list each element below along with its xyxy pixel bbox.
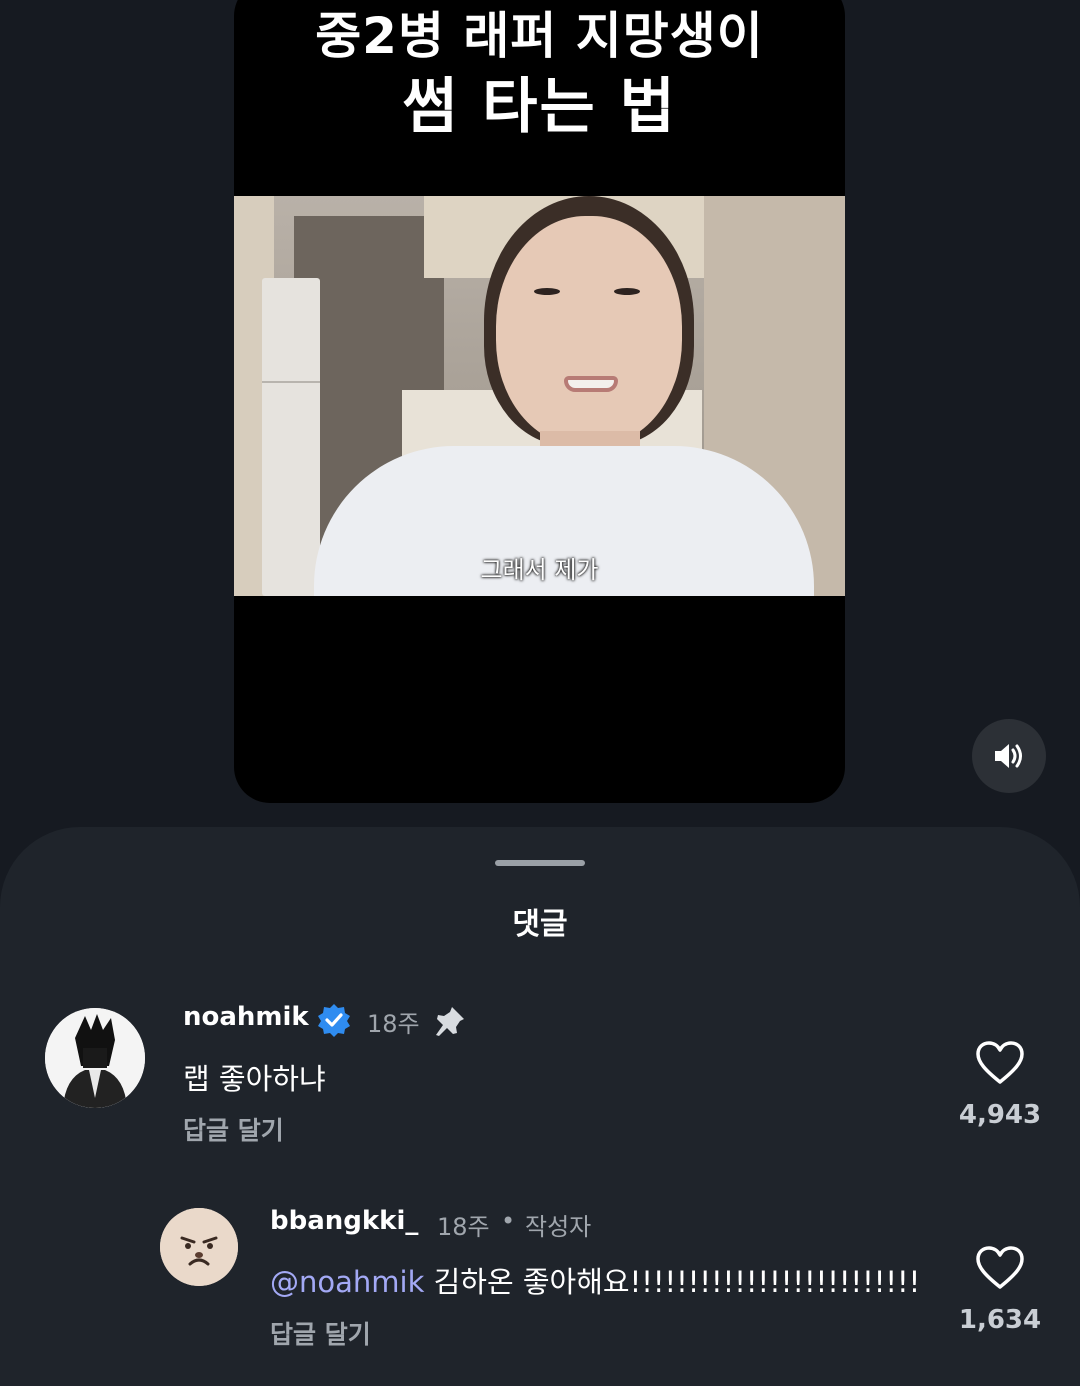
sheet-drag-handle[interactable] xyxy=(495,860,585,866)
avatar[interactable] xyxy=(160,1208,238,1286)
video-player[interactable]: 중2병 래퍼 지망생이 썸 타는 법 그래서 제가 xyxy=(234,0,845,803)
reply-button[interactable]: 답글 달기 xyxy=(183,1111,284,1147)
video-frame: 그래서 제가 xyxy=(234,196,845,596)
video-title-line-1: 중2병 래퍼 지망생이 xyxy=(315,7,764,65)
comment-text: @noahmik 김하온 좋아해요!!!!!!!!!!!!!!!!!!!!!!!… xyxy=(270,1259,920,1301)
heart-icon[interactable] xyxy=(975,1245,1025,1291)
comment-time: 18주 xyxy=(437,1213,490,1241)
avatar-image xyxy=(160,1208,238,1286)
comments-title: 댓글 xyxy=(512,907,568,942)
meta-separator: • xyxy=(501,1207,516,1235)
page: 중2병 래퍼 지망생이 썸 타는 법 그래서 제가 댓글 noahmik 18주… xyxy=(0,0,1080,1386)
video-title-line-2: 썸 타는 법 xyxy=(402,72,677,142)
reply-button[interactable]: 답글 달기 xyxy=(270,1315,371,1351)
like-count: 4,943 xyxy=(958,1100,1042,1130)
comments-sheet: 댓글 noahmik 18주 랩 좋아하냐 답글 달기 4,943 bbangk… xyxy=(0,827,1080,1386)
like-group: 4,943 xyxy=(950,1040,1050,1130)
speaker-icon xyxy=(995,744,1022,768)
comment-username[interactable]: noahmik xyxy=(183,1002,309,1032)
avatar-image xyxy=(45,1008,145,1108)
heart-icon[interactable] xyxy=(975,1040,1025,1086)
comment-time: 18주 xyxy=(367,1010,420,1038)
verified-badge-icon xyxy=(318,1004,350,1037)
pin-icon xyxy=(436,1007,464,1036)
mention-link[interactable]: @noahmik xyxy=(270,1265,424,1299)
comment-text: 랩 좋아하냐 xyxy=(183,1062,326,1096)
sound-toggle-button[interactable] xyxy=(972,719,1046,793)
video-title-overlay: 중2병 래퍼 지망생이 썸 타는 법 xyxy=(234,0,845,176)
avatar[interactable] xyxy=(45,1008,145,1108)
video-subtitle: 그래서 제가 xyxy=(480,556,599,584)
like-count: 1,634 xyxy=(958,1305,1042,1335)
comment-body: 김하온 좋아해요!!!!!!!!!!!!!!!!!!!!!!!!! xyxy=(424,1265,921,1299)
comment-username[interactable]: bbangkki_ xyxy=(270,1206,418,1236)
author-badge: 작성자 xyxy=(525,1213,592,1241)
like-group: 1,634 xyxy=(950,1245,1050,1335)
